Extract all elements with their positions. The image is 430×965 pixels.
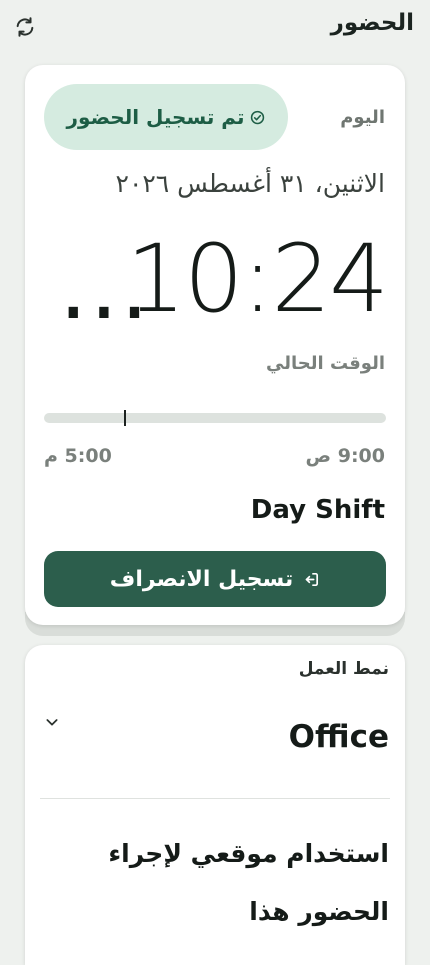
refresh-icon [16, 17, 34, 37]
work-mode-card: نمط العمل Office استخدام موقعي لإجراء ال… [25, 645, 405, 965]
checkout-button[interactable]: تسجيل الانصراف [44, 551, 386, 607]
attendance-card: تم تسجيل الحضور اليوم الاثنين، ٣١ أغسطس … [25, 65, 405, 625]
work-mode-dropdown-toggle[interactable] [41, 711, 63, 733]
chevron-down-icon [46, 719, 58, 726]
top-bar: الحضور [0, 0, 430, 56]
shift-name: Day Shift [250, 495, 385, 525]
shift-progress-track [44, 410, 386, 426]
current-date: الاثنين، ٣١ أغسطس ٢٠٢٦ [115, 169, 385, 198]
logout-icon [305, 572, 319, 586]
use-location-option[interactable]: استخدام موقعي لإجراء الحضور هذا [89, 825, 389, 941]
work-mode-select[interactable]: Office [289, 719, 389, 755]
page-title: الحضور [330, 10, 414, 36]
status-badge-label: تم تسجيل الحضور [66, 105, 245, 129]
current-time: 10:24 [126, 225, 389, 334]
current-time-label: الوقت الحالي [266, 353, 385, 374]
checkout-button-label: تسجيل الانصراف [109, 566, 294, 592]
time-truncation: ... [59, 235, 151, 340]
status-badge: تم تسجيل الحضور [44, 84, 288, 150]
shift-progress-marker [124, 410, 127, 426]
work-mode-label: نمط العمل [298, 659, 389, 679]
today-label: اليوم [340, 107, 385, 128]
refresh-button[interactable] [12, 14, 38, 40]
shift-end-time: 5:00 م [44, 445, 112, 467]
check-circle-icon [251, 110, 265, 124]
divider [40, 798, 390, 799]
shift-start-time: 9:00 ص [305, 445, 385, 467]
